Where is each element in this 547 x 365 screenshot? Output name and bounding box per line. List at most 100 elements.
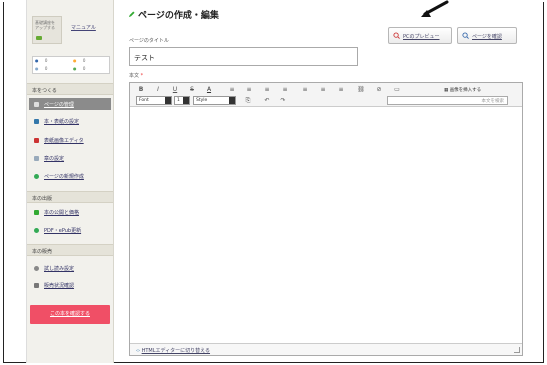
refresh-icon: [34, 228, 39, 233]
sales-icon: [34, 283, 39, 288]
unlink-button[interactable]: ⊘: [374, 85, 384, 95]
stats-panel: ● 0 ● 0 ● 0 ● 0: [32, 56, 110, 74]
stat-value-1: 0: [44, 58, 48, 63]
numbered-list-button[interactable]: ≡: [244, 85, 254, 95]
nav-item-label: 本の公開と価格: [44, 210, 80, 216]
pc-preview-button[interactable]: PCのプレビュー: [388, 27, 452, 44]
undo-icon[interactable]: ↶: [262, 96, 272, 106]
align-right-button[interactable]: ≡: [336, 85, 346, 95]
size-select[interactable]: 1: [174, 96, 190, 105]
confirm-book-button[interactable]: この本を確認する: [30, 305, 110, 324]
confirm-page-label: ページを確認: [472, 34, 502, 40]
book-logo-text: 基礎講座を アップする: [35, 20, 55, 30]
nav-item-label: ページの管理: [44, 102, 74, 108]
editor-content-area[interactable]: [130, 108, 522, 342]
nav-item-label: 章の設定: [44, 156, 65, 162]
brush-icon: [34, 138, 39, 143]
dropdown-arrow-icon: [229, 97, 235, 104]
nav-item-page-management[interactable]: ページの管理: [29, 98, 111, 110]
nav-item-book-settings[interactable]: 本・表紙の設定: [32, 115, 110, 127]
page-title-text: ページの作成・編集: [138, 11, 219, 21]
font-select-value: Font: [139, 98, 149, 103]
media-button[interactable]: ▭: [392, 85, 402, 95]
page-title-input[interactable]: テスト: [129, 47, 358, 66]
dropdown-arrow-icon: [183, 97, 189, 104]
nav-item-label: 本・表紙の設定: [44, 119, 80, 125]
pencil-icon: [128, 11, 135, 18]
stat-item-4: ● 0: [73, 66, 86, 71]
stat-item-2: ● 0: [73, 58, 86, 63]
paste-icon[interactable]: ⎘: [243, 96, 253, 106]
toolbar-row-1: B I U S A ≡ ≡ ≡ ≡ ≡ ≡ ≡ ⛓ ⊘ ▭ ▦ 画像を挿入する: [136, 85, 516, 95]
arrow-annotation-icon: [421, 0, 449, 17]
dropdown-arrow-icon: [165, 97, 171, 104]
editor-search-input[interactable]: 本文を検索: [387, 96, 508, 105]
align-center-button[interactable]: ≡: [318, 85, 328, 95]
page-title-field-label: ページのタイトル: [129, 38, 169, 44]
stat-item-3: ● 0: [35, 66, 48, 71]
insert-table-button[interactable]: ▦ 画像を挿入する: [444, 87, 481, 93]
search-icon: [462, 32, 469, 39]
toolbar-row-2: Font 1 Style ⎘ ↶ ↷ 本文を検索: [136, 96, 516, 106]
body-label-text: 本文: [129, 73, 140, 79]
strikethrough-button[interactable]: S: [187, 85, 197, 95]
nav-item-label: 試し読み設定: [44, 266, 75, 272]
indent-button[interactable]: ≡: [280, 85, 290, 95]
redo-icon[interactable]: ↷: [278, 96, 288, 106]
book-logo[interactable]: 基礎講座を アップする: [32, 16, 62, 44]
link-button[interactable]: ⛓: [356, 85, 366, 95]
add-icon: [34, 174, 39, 179]
stat-value-4: 0: [82, 66, 86, 71]
body-field-label: 本文 *: [129, 72, 143, 79]
nav-item-chapter-settings[interactable]: 章の設定: [32, 152, 110, 164]
page-title: ページの作成・編集: [128, 8, 219, 21]
nav-item-label: PDF・ePub更新: [44, 228, 82, 234]
style-select[interactable]: Style: [193, 96, 236, 105]
section-header-publish: 本の出版: [27, 191, 113, 203]
stat-value-3: 0: [44, 66, 48, 71]
editor-toolbar: B I U S A ≡ ≡ ≡ ≡ ≡ ≡ ≡ ⛓ ⊘ ▭ ▦ 画像を挿入する …: [130, 83, 522, 107]
size-select-value: 1: [177, 98, 180, 103]
stat-item-1: ● 0: [35, 58, 48, 63]
font-color-button[interactable]: A: [204, 85, 214, 95]
underline-button[interactable]: U: [170, 85, 180, 95]
code-icon: ‹›: [136, 348, 140, 354]
resize-handle[interactable]: [514, 347, 520, 353]
book-icon: [34, 119, 39, 124]
style-select-value: Style: [196, 98, 208, 103]
bold-button[interactable]: B: [136, 85, 146, 95]
nav-item-cover-editor[interactable]: 表紙画像エディタ: [32, 134, 110, 146]
nav-item-sales-status[interactable]: 販売状況確認: [32, 279, 110, 291]
nav-item-new-page[interactable]: ページの新規作成: [32, 170, 110, 182]
align-left-button[interactable]: ≡: [300, 85, 310, 95]
rich-text-editor: B I U S A ≡ ≡ ≡ ≡ ≡ ≡ ≡ ⛓ ⊘ ▭ ▦ 画像を挿入する …: [129, 82, 523, 356]
editor-footer: ‹› HTMLエディターに切り替える: [130, 343, 522, 355]
nav-item-publish-price[interactable]: 本の公開と価格: [32, 206, 110, 218]
section-header-create: 本をつくる: [27, 83, 113, 95]
manual-link[interactable]: マニュアル: [71, 24, 96, 31]
stat-value-2: 0: [82, 58, 86, 63]
chapter-icon: [34, 156, 39, 161]
nav-item-label: ページの新規作成: [44, 174, 84, 180]
publish-icon: [34, 210, 39, 215]
status-indicator-icon: [36, 36, 42, 40]
nav-item-pdf-epub[interactable]: PDF・ePub更新: [32, 224, 110, 236]
magnifier-icon: [393, 32, 400, 39]
nav-item-label: 販売状況確認: [44, 283, 75, 289]
main-content: ページの作成・編集 PCのプレビュー ページを確認 ページのタイトル テスト 本…: [114, 0, 544, 363]
italic-button[interactable]: I: [153, 85, 163, 95]
nav-item-label: 表紙画像エディタ: [44, 138, 84, 144]
insert-table-label: 画像を挿入する: [449, 88, 482, 93]
section-header-sales: 本の販売: [27, 244, 113, 256]
confirm-page-button[interactable]: ページを確認: [457, 27, 517, 44]
font-select[interactable]: Font: [136, 96, 172, 105]
page-icon: [34, 102, 39, 107]
preview-icon: [34, 266, 39, 271]
switch-html-editor-link[interactable]: HTMLエディターに切り替える: [142, 348, 210, 354]
pc-preview-label: PCのプレビュー: [403, 34, 440, 40]
bullet-list-button[interactable]: ≡: [227, 85, 237, 95]
sidebar: 基礎講座を アップする マニュアル ● 0 ● 0 ● 0 ● 0 本をつくる …: [26, 0, 114, 363]
required-mark: *: [140, 73, 144, 79]
outdent-button[interactable]: ≡: [262, 85, 272, 95]
nav-item-preview-settings[interactable]: 試し読み設定: [32, 262, 110, 274]
